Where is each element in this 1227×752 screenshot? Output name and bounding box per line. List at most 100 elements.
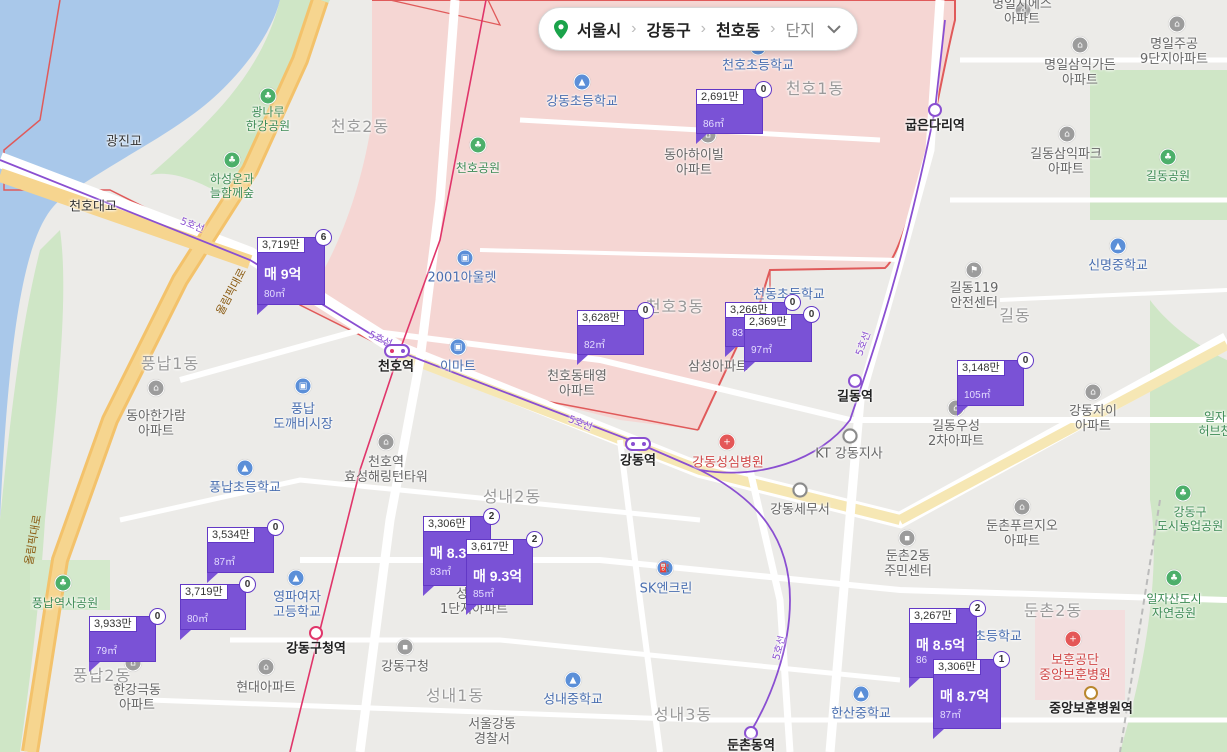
- gas-station-icon[interactable]: ⛽: [656, 559, 674, 577]
- apartment-icon[interactable]: ⌂: [1013, 498, 1031, 516]
- place-label: 강동성심병원: [692, 455, 764, 471]
- marker-tail: [577, 355, 588, 365]
- office-icon[interactable]: [842, 428, 858, 444]
- complex-marker[interactable]: 3,306만 1 매 8.7억 87㎡: [933, 651, 1010, 739]
- government-icon[interactable]: ▪: [396, 638, 414, 656]
- marker-price: 3,719만: [257, 237, 305, 253]
- place-label: 강동초등학교: [546, 94, 618, 110]
- place-label: 신명중학교: [1088, 258, 1148, 274]
- map-canvas[interactable]: 천호1동 천호2동 천호3동 풍납1동 풍납2동 성내1동 성내2동 성내3동 …: [0, 0, 1227, 752]
- school-icon[interactable]: ▲: [236, 459, 254, 477]
- breadcrumb-dong[interactable]: 천호동: [712, 17, 764, 41]
- station-label[interactable]: 강동구청역: [286, 642, 346, 658]
- marker-area: 87㎡: [940, 710, 962, 721]
- bohun-station-icon[interactable]: [1084, 686, 1098, 700]
- station-label[interactable]: 천호역: [378, 360, 414, 376]
- place-label: 명일삼익가든 아파트: [1044, 58, 1116, 88]
- apartment-icon[interactable]: ⌂: [1084, 383, 1102, 401]
- marker-sale: 매 8.3: [430, 545, 467, 561]
- park-icon[interactable]: ♣: [1165, 569, 1183, 587]
- place-label: 천호역 효성해링턴타워: [344, 455, 428, 485]
- school-icon[interactable]: ▲: [573, 73, 591, 91]
- apartment-icon[interactable]: ⌂: [147, 379, 165, 397]
- place-label: 이마트: [440, 359, 476, 375]
- complex-marker[interactable]: 2,369만 0 97㎡: [744, 306, 820, 372]
- gubeundari-station-icon[interactable]: [928, 103, 942, 117]
- apartment-icon[interactable]: ⌂: [377, 433, 395, 451]
- location-pin-icon: [553, 19, 569, 39]
- gangdonggucheong-station-icon[interactable]: [309, 626, 323, 640]
- hospital-icon[interactable]: +: [1064, 630, 1082, 648]
- marker-count: 0: [803, 306, 820, 323]
- station-label[interactable]: 강동역: [620, 454, 656, 470]
- place-label: 2001아울렛: [427, 270, 497, 286]
- park-icon[interactable]: ♣: [1159, 148, 1177, 166]
- marker-sale: 매 9억: [264, 266, 302, 282]
- place-label: 풍납역사공원: [31, 596, 99, 611]
- marker-tail: [696, 134, 707, 144]
- market-icon[interactable]: ▣: [294, 377, 312, 395]
- complex-marker[interactable]: 3,933만 0 79㎡: [89, 608, 166, 672]
- hospital-icon[interactable]: +: [718, 433, 736, 451]
- station-label[interactable]: 둔촌동역: [727, 739, 775, 752]
- place-label: 풍납 도깨비시장: [273, 402, 333, 432]
- marker-count: 6: [315, 229, 332, 246]
- place-label: 동아한가람 아파트: [126, 409, 186, 439]
- park-icon[interactable]: ♣: [1174, 484, 1192, 502]
- apartment-icon[interactable]: ⌂: [257, 658, 275, 676]
- marker-tail: [933, 729, 944, 739]
- office-icon[interactable]: ▪: [898, 529, 916, 547]
- shopping-icon[interactable]: ▣: [456, 249, 474, 267]
- marker-price: 2,369만: [744, 314, 792, 330]
- place-label: 명일주공 9단지아파트: [1139, 37, 1209, 67]
- area-label: 성내3동: [653, 704, 713, 724]
- area-label: 둔촌2동: [1023, 600, 1083, 620]
- complex-marker[interactable]: 2,691만 0 86㎡: [696, 81, 772, 144]
- park-icon[interactable]: ♣: [259, 87, 277, 105]
- breadcrumb-type[interactable]: 단지: [782, 17, 819, 41]
- marker-count: 0: [239, 576, 256, 593]
- station-label[interactable]: 굽은다리역: [905, 119, 965, 135]
- marker-area: 83: [732, 328, 744, 339]
- area-label: 성내2동: [482, 486, 542, 506]
- place-label: 길동우성 2차아파트: [927, 419, 985, 449]
- complex-marker[interactable]: 3,719만 6 매 9억 80㎡: [257, 229, 332, 315]
- school-icon[interactable]: ▲: [852, 685, 870, 703]
- breadcrumb-district[interactable]: 강동구: [643, 17, 695, 41]
- school-icon[interactable]: ▲: [287, 569, 305, 587]
- place-label: 영파여자 고등학교: [273, 590, 321, 620]
- breadcrumb-city[interactable]: 서울시: [573, 17, 625, 41]
- cheonho-station-icon[interactable]: [384, 344, 410, 358]
- marker-sale: 매 9.3억: [473, 568, 523, 584]
- chevron-down-icon[interactable]: [827, 24, 841, 34]
- place-label: SK엔크린: [639, 581, 693, 597]
- marker-area: 86: [916, 655, 928, 666]
- area-label: 길동: [999, 305, 1031, 325]
- place-label: 천호초등학교: [722, 58, 794, 74]
- place-label: 서울강동 경찰서: [468, 717, 516, 747]
- complex-marker[interactable]: 3,148만 0 105㎡: [957, 352, 1034, 416]
- park-icon[interactable]: ♣: [54, 574, 72, 592]
- station-label[interactable]: 중앙보훈병원역: [1049, 702, 1133, 718]
- office-icon[interactable]: [792, 482, 808, 498]
- complex-marker[interactable]: 3,628만 0 82㎡: [577, 302, 654, 365]
- gildong-station-icon[interactable]: [848, 374, 862, 388]
- station-label[interactable]: 길동역: [837, 390, 873, 406]
- complex-marker[interactable]: 3,719만 0 80㎡: [180, 576, 256, 640]
- apartment-icon[interactable]: ⌂: [1071, 36, 1089, 54]
- complex-marker[interactable]: 3,617만 2 매 9.3억 85㎡: [466, 531, 543, 615]
- place-label: 한강극동 아파트: [113, 683, 161, 713]
- complex-marker[interactable]: 3,534만 0 87㎡: [207, 519, 284, 583]
- shopping-icon[interactable]: ▣: [449, 338, 467, 356]
- marker-price: 3,306만: [423, 516, 471, 532]
- school-icon[interactable]: ▲: [1109, 237, 1127, 255]
- park-icon[interactable]: ♣: [223, 151, 241, 169]
- fire-station-icon[interactable]: ⚑: [965, 261, 983, 279]
- gangdong-station-icon[interactable]: [625, 437, 651, 451]
- apartment-icon[interactable]: ⌂: [1058, 125, 1076, 143]
- school-icon[interactable]: ▲: [564, 671, 582, 689]
- park-icon[interactable]: ♣: [469, 136, 487, 154]
- apartment-icon[interactable]: ⌂: [1168, 15, 1186, 33]
- place-label: 강동세무서: [770, 502, 830, 518]
- region-breadcrumb[interactable]: 서울시 › 강동구 › 천호동 › 단지: [538, 7, 858, 51]
